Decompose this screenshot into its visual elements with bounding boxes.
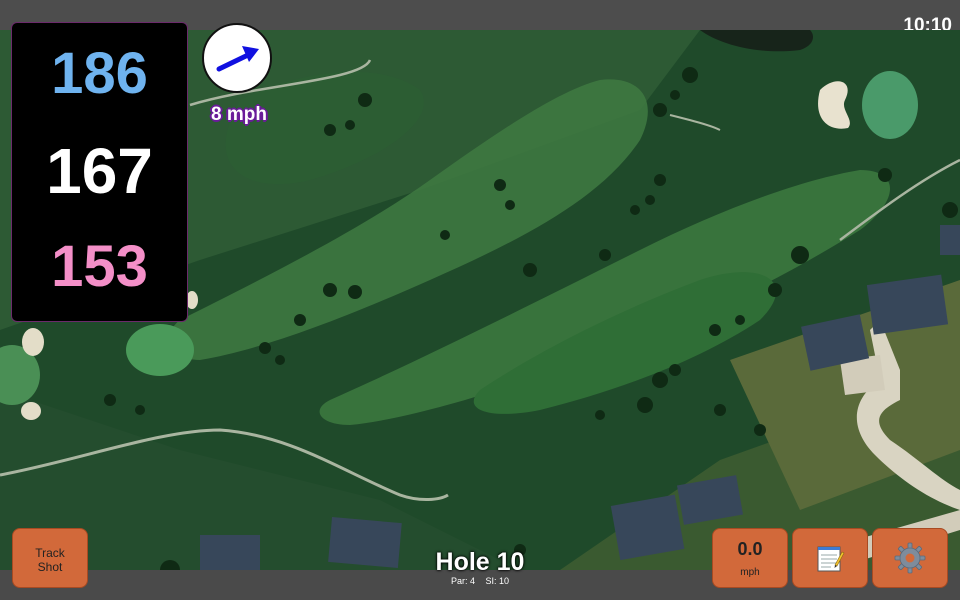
speed-button[interactable]: 0.0 mph [712, 528, 788, 588]
notes-button[interactable] [792, 528, 868, 588]
distance-front: 153 [51, 234, 148, 299]
track-shot-button[interactable]: Track Shot [12, 528, 88, 588]
distance-back: 186 [51, 41, 148, 106]
notepad-icon [817, 546, 845, 572]
hole-info: Par: 4 SI: 10 [380, 576, 580, 586]
gear-icon [894, 542, 926, 574]
speed-unit: mph [740, 567, 760, 578]
distance-middle: 167 [46, 135, 153, 207]
settings-button[interactable] [872, 528, 948, 588]
hole-stroke-index: SI: 10 [485, 576, 510, 586]
track-shot-label-line2: Shot [37, 560, 63, 574]
track-shot-label-line1: Track [35, 546, 65, 560]
hole-par: Par: 4 [450, 576, 475, 586]
wind-speed-label: 8 mph [211, 104, 267, 125]
wind-arrow-icon [216, 46, 259, 72]
distance-panel: 186 167 153 [11, 22, 188, 322]
speed-value: 0.0 [737, 539, 763, 559]
hole-title: Hole 10 [435, 548, 525, 576]
wind-indicator[interactable] [202, 23, 272, 93]
